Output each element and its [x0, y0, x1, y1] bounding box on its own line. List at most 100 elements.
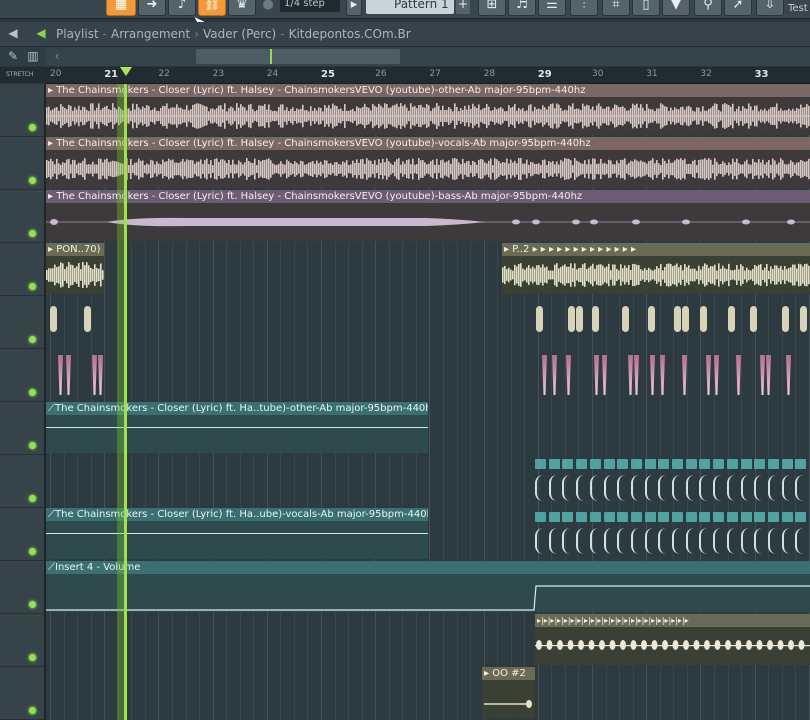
pattern-block[interactable]: [685, 459, 697, 469]
track-mute-led[interactable]: [29, 336, 36, 343]
pattern-hit[interactable]: [566, 355, 571, 395]
pattern-hit[interactable]: [542, 355, 547, 395]
track-mute-led[interactable]: [29, 707, 36, 714]
playhead-marker-icon[interactable]: [120, 67, 132, 76]
arrow-right-icon[interactable]: ➜: [138, 0, 166, 16]
track-mute-led[interactable]: [29, 548, 36, 555]
scroll-left-icon[interactable]: ‹: [50, 49, 64, 63]
mixer-icon[interactable]: ⊞: [478, 0, 506, 16]
pattern-block[interactable]: [726, 459, 738, 469]
pattern-block[interactable]: [630, 459, 642, 469]
pattern-block[interactable]: [726, 512, 738, 522]
pattern-block[interactable]: [699, 512, 711, 522]
pattern-block[interactable]: [576, 459, 588, 469]
track-mute-led[interactable]: [29, 654, 36, 661]
pattern-hit[interactable]: [66, 355, 71, 395]
pattern-hit[interactable]: [766, 355, 771, 395]
pattern-block[interactable]: [685, 512, 697, 522]
pattern-block[interactable]: [644, 459, 656, 469]
stamp-icon[interactable]: ♛: [228, 0, 256, 16]
automation-clip-vocals[interactable]: ⟋The Chainsmokers - Closer (Lyric) ft. H…: [46, 508, 428, 559]
audio-clip-other[interactable]: ▸ The Chainsmokers - Closer (Lyric) ft. …: [46, 84, 810, 135]
pattern-block[interactable]: [562, 459, 574, 469]
pattern-block[interactable]: [630, 512, 642, 522]
pattern-block[interactable]: [589, 459, 601, 469]
pattern-block[interactable]: [795, 512, 807, 522]
pattern-note[interactable]: [592, 306, 599, 332]
pattern-note[interactable]: [682, 306, 689, 332]
breadcrumb-view[interactable]: Arrangement: [111, 27, 190, 41]
pattern-note[interactable]: [750, 306, 757, 332]
pattern-block[interactable]: [617, 512, 629, 522]
pattern-clip-dots[interactable]: ▸|▸|▸|▸|▸|▸|▸|▸|▸|▸|▸|▸|▸|▸|▸|▸|▸|▸|▸|▸|…: [535, 614, 810, 665]
audio-clip-p2[interactable]: ▸ P..2 ▸ ▸ ▸ ▸ ▸ ▸ ▸ ▸ ▸ ▸ ▸ ▸ ▸: [502, 243, 810, 294]
pattern-block[interactable]: [795, 459, 807, 469]
audio-clip-vocals[interactable]: ▸ The Chainsmokers - Closer (Lyric) ft. …: [46, 137, 810, 188]
pattern-hit[interactable]: [736, 355, 741, 395]
pattern-block[interactable]: [713, 459, 725, 469]
track-mute-led[interactable]: [29, 442, 36, 449]
audio-clip-bass[interactable]: ▸ The Chainsmokers - Closer (Lyric) ft. …: [46, 190, 810, 241]
breadcrumb-pattern[interactable]: Vader (Perc): [203, 27, 276, 41]
plugin-icon[interactable]: ●: [260, 0, 276, 16]
pattern-hit[interactable]: [58, 355, 63, 395]
download-icon[interactable]: ⇩: [756, 0, 784, 16]
pattern-block[interactable]: [548, 459, 560, 469]
playhead-line[interactable]: [124, 84, 127, 720]
automation-clip-insert4[interactable]: ⟋Insert 4 - Volume: [46, 561, 810, 612]
pattern-note[interactable]: [84, 306, 91, 332]
pattern-note[interactable]: [700, 306, 707, 332]
pattern-prev-icon[interactable]: ▸: [346, 0, 362, 16]
pattern-block[interactable]: [603, 512, 615, 522]
snap-step-select[interactable]: 1/4 step: [280, 0, 340, 12]
pattern-note[interactable]: [576, 306, 583, 332]
pattern-block[interactable]: [562, 512, 574, 522]
track-mute-led[interactable]: [29, 601, 36, 608]
pattern-block[interactable]: [589, 512, 601, 522]
track-mute-led[interactable]: [29, 283, 36, 290]
pattern-block[interactable]: [617, 459, 629, 469]
curve-icon[interactable]: ♪: [168, 0, 196, 16]
funnel-icon[interactable]: ▼: [662, 0, 690, 16]
pattern-hit[interactable]: [714, 355, 719, 395]
pattern-block[interactable]: [713, 512, 725, 522]
pattern-block[interactable]: [576, 512, 588, 522]
playlist-grid[interactable]: ▸ The Chainsmokers - Closer (Lyric) ft. …: [46, 84, 810, 720]
pattern-note[interactable]: [622, 306, 629, 332]
pattern-hit[interactable]: [786, 355, 791, 395]
pattern-hit[interactable]: [98, 355, 103, 395]
pattern-selector[interactable]: Pattern 1: [366, 0, 454, 14]
pattern-hit[interactable]: [552, 355, 557, 395]
play-icon[interactable]: ◀: [34, 26, 48, 40]
pattern-block[interactable]: [548, 512, 560, 522]
pattern-note[interactable]: [536, 306, 543, 332]
pattern-note[interactable]: [648, 306, 655, 332]
pattern-hit[interactable]: [760, 355, 765, 395]
scrollbar-thumb[interactable]: [196, 49, 400, 64]
time-ruler[interactable]: 20 21 22 23 24 25 26 27 28 29 30 31 32 33: [46, 67, 810, 84]
pattern-block[interactable]: [644, 512, 656, 522]
pattern-block[interactable]: [672, 459, 683, 469]
pattern-block[interactable]: [658, 459, 670, 469]
audio-clip-pon[interactable]: ▸ PON..70): [46, 243, 104, 294]
track-mute-led[interactable]: [29, 495, 36, 502]
pattern-block[interactable]: [781, 459, 793, 469]
pattern-note[interactable]: [568, 306, 575, 332]
pattern-block[interactable]: [754, 459, 766, 469]
channel-rack-icon[interactable]: ☰: [538, 0, 566, 16]
piano-roll-icon[interactable]: ▦: [106, 0, 136, 16]
pattern-block[interactable]: [767, 459, 779, 469]
track-mute-led[interactable]: [29, 124, 36, 131]
track-mute-led[interactable]: [29, 177, 36, 184]
track-mute-led[interactable]: [29, 230, 36, 237]
slice-icon[interactable]: ♬: [508, 0, 536, 16]
add-pattern-button[interactable]: +: [456, 0, 470, 14]
pattern-block[interactable]: [754, 512, 766, 522]
pattern-hit[interactable]: [706, 355, 711, 395]
pattern-hit[interactable]: [682, 355, 687, 395]
speaker-icon[interactable]: ◀: [6, 26, 20, 40]
automation-clip-other[interactable]: ⟋The Chainsmokers - Closer (Lyric) ft. H…: [46, 402, 428, 453]
pattern-block[interactable]: [740, 512, 752, 522]
wizard-icon[interactable]: ⚲: [694, 0, 722, 16]
pattern-hit[interactable]: [628, 355, 633, 395]
